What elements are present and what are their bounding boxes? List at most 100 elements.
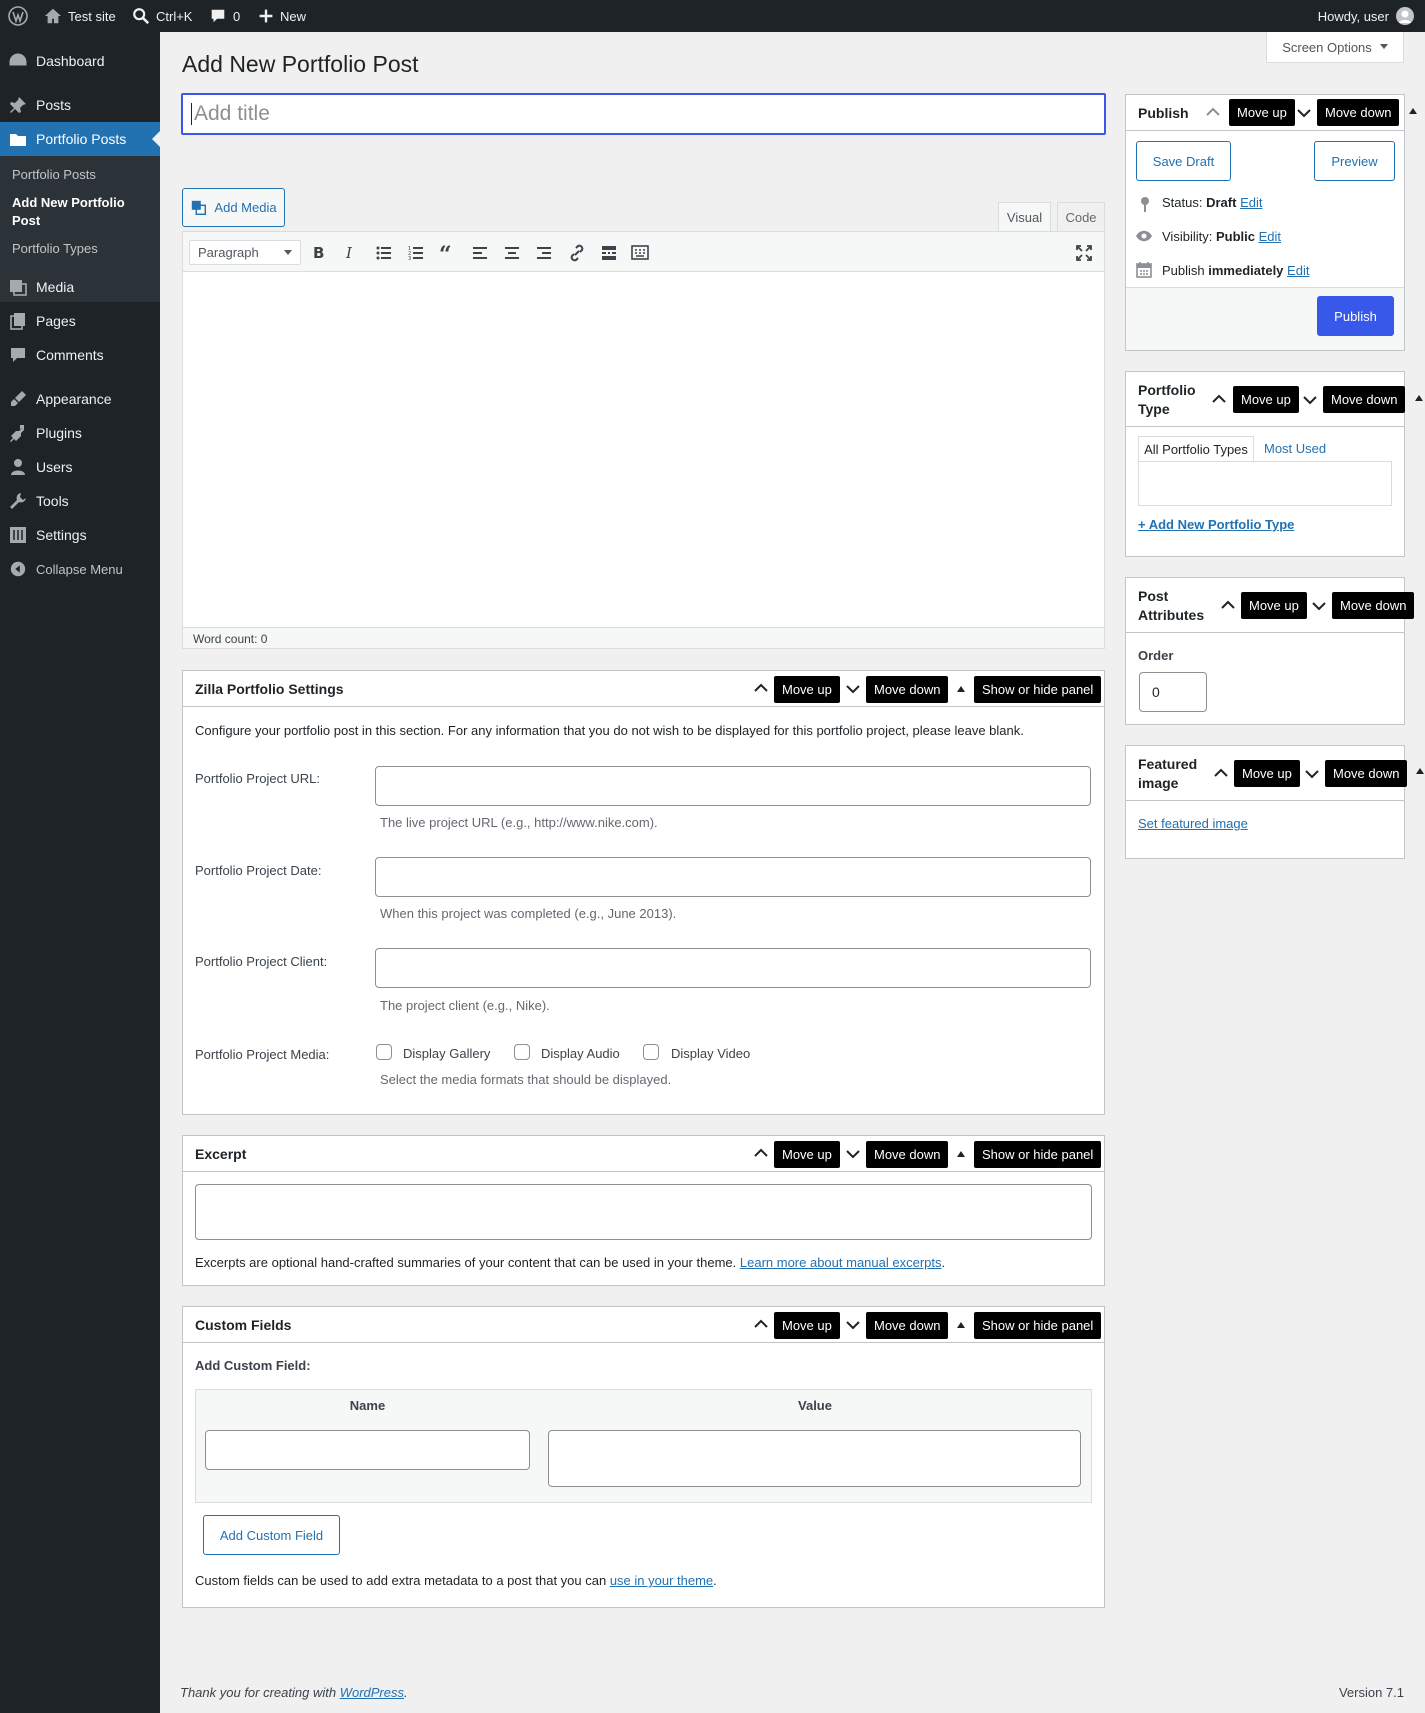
move-up-button[interactable]: Move up xyxy=(774,676,840,703)
project-date-input[interactable] xyxy=(375,857,1091,897)
display-audio-checkbox[interactable] xyxy=(514,1044,530,1060)
order-input[interactable]: 0 xyxy=(1139,672,1207,712)
menu-pages[interactable]: Pages xyxy=(0,304,160,338)
fullscreen-icon[interactable] xyxy=(1076,245,1092,261)
title-input[interactable]: Add title xyxy=(181,93,1106,135)
chevron-up-icon[interactable] xyxy=(754,1148,768,1158)
account-menu[interactable]: Howdy, user xyxy=(1318,0,1415,32)
menu-media[interactable]: Media xyxy=(0,270,160,304)
tab-code[interactable]: Code xyxy=(1057,202,1105,231)
toolbar-toggle-icon[interactable] xyxy=(631,244,649,262)
portfolio-type-checklist[interactable] xyxy=(1138,461,1392,506)
custom-field-value-textarea[interactable] xyxy=(548,1430,1081,1487)
save-draft-button[interactable]: Save Draft xyxy=(1136,141,1231,181)
add-custom-field-button[interactable]: Add Custom Field xyxy=(203,1515,340,1555)
tab-most-used[interactable]: Most Used xyxy=(1264,441,1326,456)
chevron-down-icon[interactable] xyxy=(1305,769,1319,779)
italic-icon[interactable]: I xyxy=(346,244,352,262)
display-gallery-checkbox[interactable] xyxy=(376,1044,392,1060)
toggle-arrow-icon[interactable] xyxy=(957,686,965,692)
command-palette-button[interactable]: Ctrl+K xyxy=(132,0,192,32)
blockquote-icon[interactable]: “ xyxy=(439,244,452,266)
project-url-input[interactable] xyxy=(375,766,1091,806)
chevron-up-icon[interactable] xyxy=(1206,107,1220,117)
excerpt-textarea[interactable] xyxy=(195,1184,1092,1240)
edit-schedule-link[interactable]: Edit xyxy=(1287,263,1309,278)
move-up-button[interactable]: Move up xyxy=(774,1141,840,1168)
menu-settings[interactable]: Settings xyxy=(0,518,160,552)
wordpress-logo-icon[interactable] xyxy=(8,0,28,32)
move-up-button[interactable]: Move up xyxy=(1233,386,1299,413)
chevron-down-icon[interactable] xyxy=(1297,108,1311,118)
show-hide-panel-button[interactable]: Show or hide panel xyxy=(974,1312,1102,1339)
chevron-up-icon[interactable] xyxy=(1214,768,1228,778)
submenu-add-new-portfolio-post[interactable]: Add New Portfolio Post xyxy=(12,194,152,230)
menu-comments[interactable]: Comments xyxy=(0,338,160,372)
format-select[interactable]: Paragraph xyxy=(189,240,301,265)
bold-icon[interactable]: B xyxy=(313,244,324,262)
align-right-icon[interactable] xyxy=(536,245,552,261)
chevron-down-icon[interactable] xyxy=(846,1149,860,1159)
new-content-link[interactable]: New xyxy=(258,0,306,32)
move-down-button[interactable]: Move down xyxy=(1332,592,1415,619)
editor-content[interactable] xyxy=(183,273,1104,628)
site-name-link[interactable]: Test site xyxy=(44,0,116,32)
wordpress-link[interactable]: WordPress xyxy=(340,1685,404,1700)
custom-field-name-input[interactable] xyxy=(205,1430,530,1470)
chevron-down-icon[interactable] xyxy=(846,684,860,694)
move-down-button[interactable]: Move down xyxy=(1317,99,1400,126)
submenu-portfolio-types[interactable]: Portfolio Types xyxy=(12,240,152,258)
chevron-up-icon[interactable] xyxy=(754,1319,768,1329)
chevron-down-icon[interactable] xyxy=(846,1320,860,1330)
toggle-arrow-icon[interactable] xyxy=(957,1322,965,1328)
move-down-button[interactable]: Move down xyxy=(1325,760,1408,787)
bulleted-list-icon[interactable] xyxy=(376,245,392,261)
numbered-list-icon[interactable]: 123 xyxy=(408,245,424,261)
toggle-arrow-icon[interactable] xyxy=(957,1151,965,1157)
move-up-button[interactable]: Move up xyxy=(774,1312,840,1339)
menu-users[interactable]: Users xyxy=(0,450,160,484)
move-down-button[interactable]: Move down xyxy=(866,1312,949,1339)
publish-button[interactable]: Publish xyxy=(1317,296,1394,336)
menu-tools[interactable]: Tools xyxy=(0,484,160,518)
menu-appearance[interactable]: Appearance xyxy=(0,382,160,416)
edit-visibility-link[interactable]: Edit xyxy=(1259,229,1281,244)
preview-button[interactable]: Preview xyxy=(1314,141,1395,181)
screen-options-button[interactable]: Screen Options xyxy=(1266,32,1404,63)
use-in-theme-link[interactable]: use in your theme xyxy=(610,1573,713,1588)
show-hide-panel-button[interactable]: Show or hide panel xyxy=(974,1141,1102,1168)
panel-toggle-arrow-icon[interactable] xyxy=(1409,108,1417,114)
edit-status-link[interactable]: Edit xyxy=(1240,195,1262,210)
panel-toggle-arrow-icon[interactable] xyxy=(1415,395,1423,401)
menu-plugins[interactable]: Plugins xyxy=(0,416,160,450)
link-icon[interactable] xyxy=(568,244,586,262)
comments-link[interactable]: 0 xyxy=(209,0,240,32)
align-left-icon[interactable] xyxy=(472,245,488,261)
chevron-up-icon[interactable] xyxy=(1221,600,1235,610)
move-down-button[interactable]: Move down xyxy=(1323,386,1406,413)
submenu-portfolio-posts[interactable]: Portfolio Posts xyxy=(12,166,152,184)
move-up-button[interactable]: Move up xyxy=(1229,99,1295,126)
tab-visual[interactable]: Visual xyxy=(998,202,1051,232)
menu-portfolio-posts[interactable]: Portfolio Posts xyxy=(0,122,160,156)
move-up-button[interactable]: Move up xyxy=(1241,592,1307,619)
panel-toggle-arrow-icon[interactable] xyxy=(1416,768,1424,774)
project-client-input[interactable] xyxy=(375,948,1091,988)
move-down-button[interactable]: Move down xyxy=(866,1141,949,1168)
menu-dashboard[interactable]: Dashboard xyxy=(0,44,160,78)
set-featured-image-link[interactable]: Set featured image xyxy=(1138,816,1248,831)
collapse-menu-button[interactable]: Collapse Menu xyxy=(0,552,160,586)
add-media-button[interactable]: Add Media xyxy=(182,188,285,227)
manual-excerpts-link[interactable]: Learn more about manual excerpts xyxy=(740,1255,942,1270)
add-new-portfolio-type-link[interactable]: + Add New Portfolio Type xyxy=(1138,517,1294,532)
move-up-button[interactable]: Move up xyxy=(1234,760,1300,787)
chevron-down-icon[interactable] xyxy=(1303,395,1317,405)
menu-posts[interactable]: Posts xyxy=(0,88,160,122)
chevron-down-icon[interactable] xyxy=(1312,601,1326,611)
read-more-icon[interactable] xyxy=(601,245,617,261)
chevron-up-icon[interactable] xyxy=(754,683,768,693)
chevron-up-icon[interactable] xyxy=(1212,394,1226,404)
display-video-checkbox[interactable] xyxy=(643,1044,659,1060)
show-hide-panel-button[interactable]: Show or hide panel xyxy=(974,676,1102,703)
tab-all-portfolio-types[interactable]: All Portfolio Types xyxy=(1138,436,1254,462)
